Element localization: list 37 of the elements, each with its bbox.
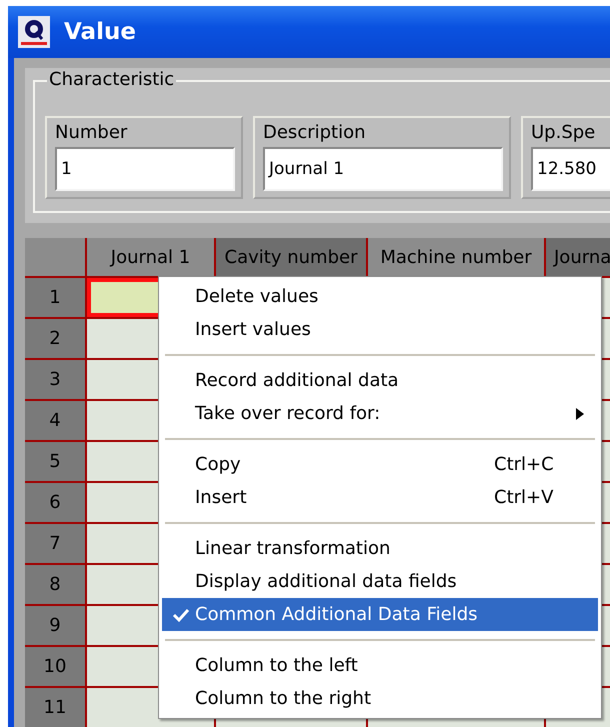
input-field[interactable]: 1: [55, 147, 235, 191]
column-header[interactable]: Journa: [546, 238, 610, 276]
row-header[interactable]: 7: [25, 524, 85, 563]
input-field[interactable]: 12.580: [531, 147, 610, 191]
field-label: Description: [263, 122, 367, 143]
menu-item[interactable]: Linear transformation: [162, 532, 598, 565]
menu-item[interactable]: Take over record for:: [162, 397, 598, 430]
menu-item[interactable]: Delete values: [162, 280, 598, 313]
row-header[interactable]: 8: [25, 565, 85, 604]
menu-item[interactable]: Insert values: [162, 313, 598, 346]
column-header[interactable]: Cavity number: [216, 238, 366, 276]
row-header[interactable]: 3: [25, 360, 85, 399]
row-header[interactable]: 6: [25, 483, 85, 522]
row-header[interactable]: 1: [25, 278, 85, 317]
app-icon: [18, 16, 50, 48]
row-header[interactable]: 2: [25, 319, 85, 358]
menu-item[interactable]: Copy Ctrl+C: [162, 448, 598, 481]
field-label: Up.Spe: [531, 122, 596, 143]
row-header[interactable]: 11: [25, 688, 85, 727]
window-title: Value: [64, 19, 136, 45]
column-header[interactable]: Journal 1: [87, 238, 214, 276]
field-label: Number: [55, 122, 128, 143]
corner-header: [25, 238, 85, 276]
row-header[interactable]: 4: [25, 401, 85, 440]
menu-item[interactable]: Column to the left: [162, 649, 598, 682]
column-header[interactable]: Machine number: [368, 238, 544, 276]
check-icon: [172, 607, 190, 623]
input-field[interactable]: Journal 1: [263, 147, 503, 191]
submenu-arrow-icon: [576, 408, 584, 420]
menu-item[interactable]: Insert Ctrl+V: [162, 481, 598, 514]
row-header[interactable]: 9: [25, 606, 85, 645]
row-header[interactable]: 5: [25, 442, 85, 481]
menu-item[interactable]: Common Additional Data Fields: [162, 598, 598, 631]
menu-item[interactable]: Column to the right: [162, 682, 598, 715]
menu-item[interactable]: Display additional data fields: [162, 565, 598, 598]
menu-item[interactable]: Record additional data: [162, 364, 598, 397]
row-header[interactable]: 10: [25, 647, 85, 686]
